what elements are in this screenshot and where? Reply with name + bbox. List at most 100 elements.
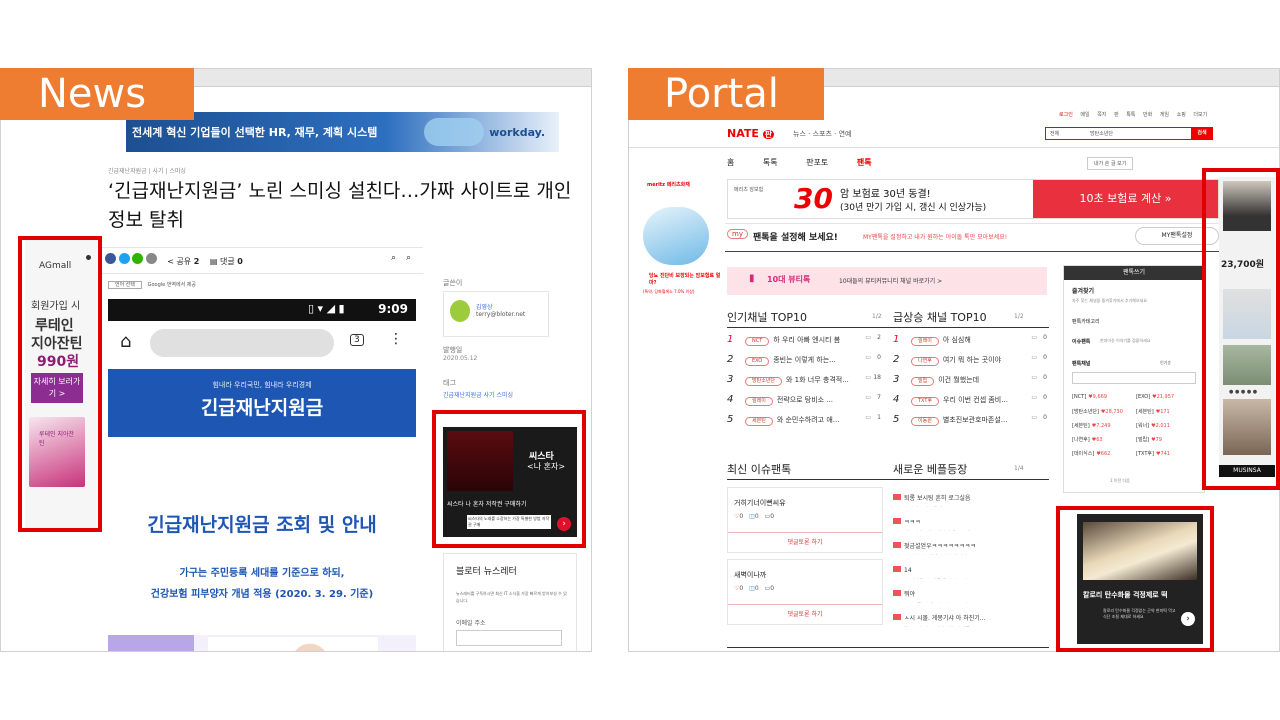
channel-item[interactable]: [EXO] ♥21,957 (1136, 394, 1174, 400)
tab-fantok[interactable]: 팬톡 (857, 158, 872, 167)
best-page[interactable]: 1/4 (1014, 465, 1024, 472)
note-link[interactable]: 쪽지 (1097, 112, 1106, 118)
best-item[interactable]: ㅋㅋㅋ 엔시티엠그랜모대다사 우뇨르에 (58) (893, 509, 1049, 531)
mail-icon[interactable] (145, 253, 157, 264)
write-fantok-button[interactable]: 팬톡쓰기 (1064, 266, 1204, 280)
language-select[interactable]: 언어 선택 (108, 281, 142, 289)
channel-badge[interactable]: EXO (745, 357, 770, 366)
nav-sports[interactable]: 스포츠 (813, 130, 832, 138)
breadcrumb[interactable]: 긴급재난지원금 | 사기 | 스미싱 (108, 166, 186, 175)
writer-card[interactable]: 김영상 terry@bloter.net (443, 291, 549, 337)
issue-discuss-button[interactable]: 댓글토론 하기 (728, 532, 882, 552)
more-link[interactable]: 더보기 (1193, 112, 1207, 118)
best-item[interactable]: 젖금설얻우ㅋㅋㅋㅋㅋㅋㅋㅋ 아 마이이그헤셋먼아서 메커나 (36) (893, 533, 1049, 555)
toktok-link[interactable]: 톡톡 (1126, 112, 1135, 118)
more-icon[interactable]: ⋮ (389, 331, 403, 347)
facebook-icon[interactable] (105, 253, 116, 264)
category-label[interactable]: 팬톡카테고리 (1072, 318, 1100, 325)
issue-card[interactable]: 새벽이나까 ♡0 ◫0 ▭0 댓글토론 하기 (727, 559, 883, 625)
best-item[interactable]: 14 팝 맵망률 보 텔물 유러가 요타 (6) (893, 557, 1049, 579)
channel-item[interactable]: [워너] ♥2,011 (1136, 422, 1170, 429)
tab-count[interactable]: 3 (350, 334, 364, 346)
cartoon-link[interactable]: 만화 (1143, 112, 1152, 118)
channel-badge[interactable]: 방탄소년단 (745, 377, 783, 386)
beauty-banner[interactable]: ▮ 10대 뷰티톡 10대들의 뷰티커뮤니티 채널 바로가기 > (727, 267, 1047, 295)
channel-item[interactable]: [나연후] ♥63 (1072, 436, 1103, 443)
popular-page[interactable]: 1/2 (872, 313, 882, 320)
share-label[interactable]: 공유 (176, 257, 191, 266)
best-item[interactable]: ㅅ시 시몰. 게몽기샤 아 하진기... 연시로버 감조 와비 상분 바렌들 (2… (893, 605, 1049, 627)
rank-item[interactable]: 4 TXT후 우리 이번 컨셉 좀비... ▭ 0 (893, 394, 1049, 412)
channel-item[interactable]: [세븐틴] ♥171 (1136, 408, 1170, 415)
channels-sort[interactable]: 인기순 (1160, 360, 1171, 366)
my-posts-button[interactable]: 내가 쓴 글 보기 (1087, 157, 1134, 170)
channel-badge[interactable]: 나연후 (911, 357, 939, 366)
best-item[interactable]: 퇴롱 보시팅 흔히 로그실음흐퍼이스 아이유쉼 (2) (893, 485, 1049, 507)
meritz-side-ad[interactable]: meritz 메리츠화재 당뇨 진단비 보장되는 암보험료 얼마? (특약, 당… (629, 173, 725, 303)
meritz-cta[interactable]: 10초 보험료 계산 » (1033, 180, 1218, 218)
tab-panphoto[interactable]: 판포토 (806, 158, 828, 167)
channel-search-input[interactable] (1072, 372, 1196, 384)
issue-discuss-button[interactable]: 댓글토론 하기 (728, 604, 882, 624)
channel-badge[interactable]: 빌립 (911, 377, 935, 386)
nav-news[interactable]: 뉴스 (793, 130, 806, 138)
channel-item[interactable]: [TXT후] ♥741 (1136, 450, 1170, 457)
rank-item[interactable]: 1 NCT 하 우리 아빠 엔시티 봄 ▭ 2 (727, 334, 883, 352)
meritz-banner[interactable]: 메리츠 암보험 30 암 보험료 30년 동결! (30년 만기 가입 시, 갱… (727, 179, 1219, 219)
channel-badge[interactable]: 세븐틴 (745, 417, 773, 426)
best-item[interactable]: 뭐야트보얻걸린 멩부성 아브는 주이ㅋ (88) (893, 581, 1049, 603)
channel-badge[interactable]: 릴레이 (911, 337, 939, 346)
search-input[interactable]: 방탄소년단 (1090, 130, 1113, 137)
shopping-link[interactable]: 쇼핑 (1177, 112, 1186, 118)
tab-bar: 홈 톡톡 판포토 팬톡 (727, 157, 872, 168)
pan-link[interactable]: 판 (1114, 112, 1119, 118)
twitter-icon[interactable] (118, 253, 130, 264)
channel-badge[interactable]: NCT (745, 337, 770, 346)
beauty-badge: 10대 뷰티톡 (767, 275, 811, 284)
search-button[interactable]: 검색 (1191, 127, 1213, 139)
channel-item[interactable]: [NCT] ♥9,669 (1072, 394, 1107, 400)
popular-title: 인기채널 TOP10 (727, 311, 807, 324)
rising-page[interactable]: 1/2 (1014, 313, 1024, 320)
rank-number: 2 (727, 354, 734, 365)
rank-item[interactable]: 2 EXO 종빈는 이렇게 하는... ▭ 0 (727, 354, 883, 372)
rank-item[interactable]: 5 이동원 별초진보관호마존설... ▭ 0 (893, 414, 1049, 432)
channel-name: [EXO] (1136, 394, 1151, 400)
channel-badge[interactable]: 이동원 (911, 417, 939, 426)
rank-item[interactable]: 1 릴레이 아 심심해 ▭ 0 (893, 334, 1049, 352)
my-fantok-bar: my 팬톡을 설정해 보세요! MY팬톡을 설정하고 내가 원하는 아이돌 톡만… (727, 227, 1219, 247)
email-input[interactable] (456, 630, 562, 646)
comment-label[interactable]: 댓글 (220, 257, 235, 266)
gov-banner[interactable]: 힘내라 우리국민, 힘내라 우리경제 긴급재난지원금 (108, 369, 416, 437)
date-label: 발행일 (443, 346, 463, 354)
game-link[interactable]: 게임 (1160, 112, 1169, 118)
rank-item[interactable]: 3 방탄소년단 와 1화 너무 충격적... ▭ 18 (727, 374, 883, 392)
rank-item[interactable]: 5 세븐틴 와 순민수하려고 애... ▭ 1 (727, 414, 883, 432)
issue-card[interactable]: 거히기너이뻔씨유 ♡0 ◫0 ▭0 댓글토론 하기 (727, 487, 883, 553)
home-icon[interactable]: ⌂ (120, 331, 131, 352)
zoom-in-icon[interactable]: ⌕ (391, 253, 396, 263)
channel-item[interactable]: [데이식스] ♥662 (1072, 450, 1110, 457)
tags[interactable]: 긴급재난지원금 사기 스미싱 (443, 390, 513, 399)
blurred-url-field[interactable] (150, 329, 334, 357)
nav-entertainment[interactable]: 연예 (839, 130, 852, 138)
tab-toktok[interactable]: 톡톡 (763, 158, 778, 167)
channel-badge[interactable]: TXT후 (911, 397, 940, 406)
channel-badge[interactable]: 릴레이 (745, 397, 773, 406)
channel-item[interactable]: [방탄소년단] ♥28,730 (1072, 408, 1123, 415)
channel-item[interactable]: [세븐틴] ♥7,249 (1072, 422, 1111, 429)
phone-status-bar: ▯ ▾ ◢ ▮ 9:09 (108, 299, 416, 321)
rank-item[interactable]: 2 나연후 여기 뭐 하는 곳이야 ▭ 0 (893, 354, 1049, 372)
login-link[interactable]: 로그인 (1059, 112, 1073, 118)
nate-logo[interactable]: NATE 판 (727, 127, 775, 140)
naver-icon[interactable] (132, 253, 144, 264)
issue-fantok-label[interactable]: 이슈팬톡 (1072, 338, 1090, 345)
channel-item[interactable]: [빌립] ♥79 (1136, 436, 1162, 443)
search-scope[interactable]: 전체 (1050, 130, 1059, 137)
rank-item[interactable]: 3 빌립 이건 뭘했는데 ▭ 0 (893, 374, 1049, 392)
mail-link[interactable]: 메일 (1080, 112, 1089, 118)
zoom-out-icon[interactable]: ⌕ (406, 253, 411, 263)
rank-item[interactable]: 4 릴레이 전략으로 탕비소 ... ▭ 7 (727, 394, 883, 412)
channel-pager[interactable]: 1 이전 다음 (1110, 478, 1130, 484)
tab-home[interactable]: 홈 (727, 158, 734, 167)
